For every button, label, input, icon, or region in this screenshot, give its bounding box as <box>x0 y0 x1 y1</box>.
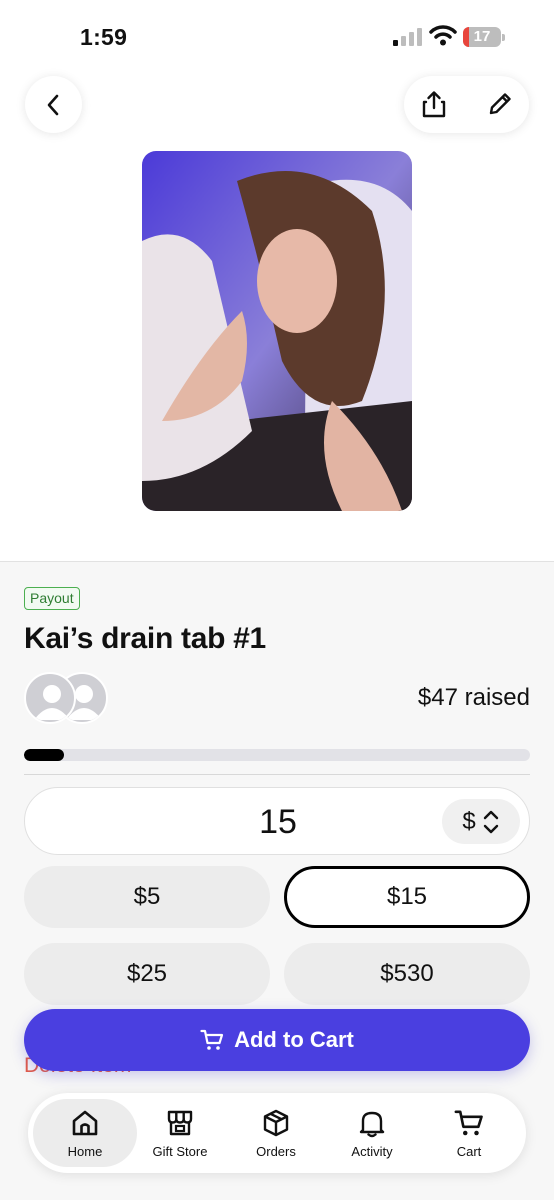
cart-icon <box>200 1029 224 1050</box>
product-title: Kai’s drain tab #1 <box>24 622 266 655</box>
bottom-tab-bar: Home Gift Store Orders Activity Cart <box>28 1093 526 1173</box>
pencil-icon <box>489 93 511 115</box>
chevron-up-down-icon <box>483 810 498 833</box>
bell-icon <box>359 1111 385 1137</box>
tab-label: Orders <box>256 1143 296 1159</box>
battery-indicator: 17 <box>463 27 505 47</box>
funding-progress-bar <box>24 749 530 761</box>
tab-gift-store[interactable]: Gift Store <box>128 1099 232 1167</box>
amount-input[interactable]: 15 $ <box>24 787 530 855</box>
tab-orders[interactable]: Orders <box>224 1099 328 1167</box>
battery-level: 17 <box>473 28 491 45</box>
box-icon <box>263 1109 289 1136</box>
avatar <box>24 672 76 724</box>
chevron-left-icon <box>47 94 58 115</box>
add-to-cart-label: Add to Cart <box>234 1027 354 1052</box>
status-bar: 1:59 17 <box>0 0 554 75</box>
tab-activity[interactable]: Activity <box>320 1099 424 1167</box>
preset-amount-button[interactable]: $25 <box>24 943 270 1005</box>
status-time: 1:59 <box>80 24 128 50</box>
share-button[interactable] <box>418 88 450 120</box>
contributor-avatars[interactable] <box>24 672 108 724</box>
cart-icon <box>454 1109 483 1135</box>
share-icon <box>422 91 446 118</box>
add-to-cart-button[interactable]: Add to Cart <box>24 1009 530 1071</box>
payout-badge: Payout <box>24 587 80 610</box>
home-icon <box>72 1110 98 1135</box>
preset-amount-button[interactable]: $5 <box>24 866 270 928</box>
preset-amount-button-selected[interactable]: $15 <box>284 866 530 928</box>
currency-symbol: $ <box>462 807 476 835</box>
cellular-signal-icon <box>393 28 422 46</box>
product-photo <box>142 151 412 511</box>
header-area: 1:59 17 <box>0 0 554 562</box>
tab-label: Activity <box>351 1143 393 1159</box>
tab-label: Cart <box>456 1143 482 1159</box>
currency-selector[interactable]: $ <box>442 799 520 844</box>
tab-label: Gift Store <box>152 1143 208 1159</box>
tab-label: Home <box>67 1143 103 1159</box>
tab-cart[interactable]: Cart <box>417 1099 521 1167</box>
wifi-icon <box>429 25 457 46</box>
amount-raised: $47 raised <box>417 684 530 711</box>
preset-amount-button[interactable]: $530 <box>284 943 530 1005</box>
back-button[interactable] <box>25 76 82 133</box>
header-actions <box>404 76 529 133</box>
edit-button[interactable] <box>484 88 516 120</box>
store-icon <box>167 1110 193 1135</box>
divider <box>24 774 530 775</box>
funding-progress-fill <box>24 749 65 761</box>
tab-home[interactable]: Home <box>33 1099 137 1167</box>
